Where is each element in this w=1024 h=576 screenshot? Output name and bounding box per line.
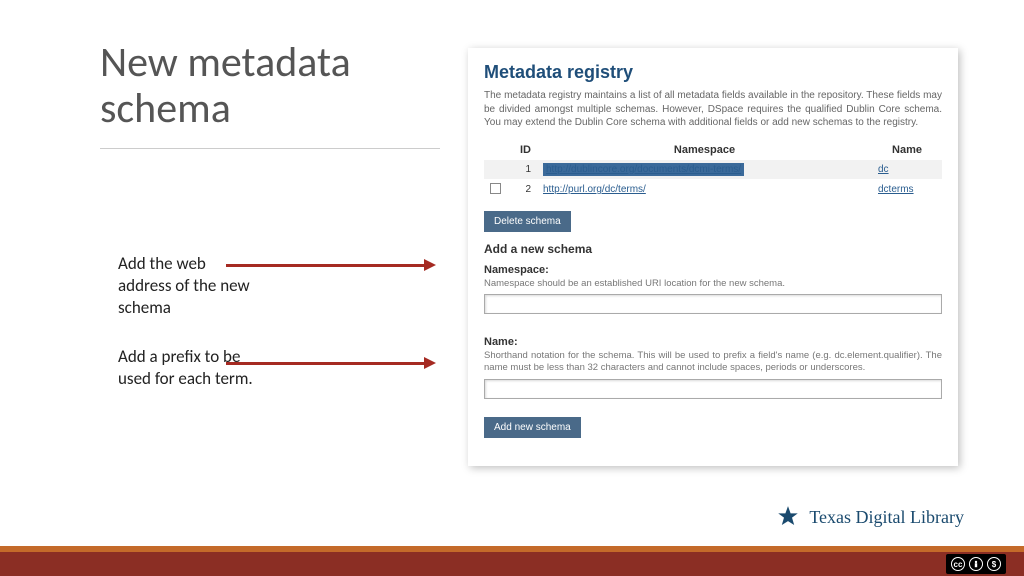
name-help: Shorthand notation for the schema. This …: [484, 350, 942, 375]
col-id: ID: [507, 140, 537, 160]
table-row: 2 http://purl.org/dc/terms/ dcterms: [484, 179, 942, 201]
footer: cc $: [0, 538, 1024, 576]
namespace-link[interactable]: http://dublincore.org/documents/dcmi-ter…: [543, 163, 744, 176]
row-checkbox[interactable]: [490, 183, 501, 194]
cell-id: 1: [507, 160, 537, 179]
panel-intro: The metadata registry maintains a list o…: [484, 89, 942, 130]
annotation-name: Add a prefix to be used for each term.: [118, 346, 258, 390]
cc-license-badge: cc $: [946, 554, 1006, 574]
brand-logo: Texas Digital Library: [775, 504, 964, 530]
namespace-input[interactable]: [484, 294, 942, 314]
name-link[interactable]: dc: [878, 164, 889, 175]
name-link[interactable]: dcterms: [878, 184, 914, 195]
namespace-link[interactable]: http://purl.org/dc/terms/: [543, 184, 646, 195]
namespace-label: Namespace:: [484, 264, 942, 276]
slide-title: New metadata schema: [100, 40, 420, 132]
cell-id: 2: [507, 179, 537, 201]
nc-icon: $: [987, 557, 1001, 571]
add-schema-heading: Add a new schema: [484, 242, 942, 256]
title-divider: [100, 148, 440, 149]
annotation-namespace: Add the web address of the new schema: [118, 253, 258, 319]
arrow-icon: [226, 362, 426, 365]
col-name: Name: [872, 140, 942, 160]
footer-base: [0, 552, 1024, 576]
name-input[interactable]: [484, 379, 942, 399]
schema-table: ID Namespace Name 1 http://dublincore.or…: [484, 140, 942, 201]
namespace-help: Namespace should be an established URI l…: [484, 278, 942, 290]
delete-schema-button[interactable]: Delete schema: [484, 211, 571, 232]
add-schema-button[interactable]: Add new schema: [484, 417, 581, 438]
star-icon: [775, 504, 801, 530]
cc-icon: cc: [951, 557, 965, 571]
by-icon: [969, 557, 983, 571]
arrow-icon: [226, 264, 426, 267]
panel-heading: Metadata registry: [484, 62, 942, 83]
brand-text: Texas Digital Library: [809, 507, 964, 528]
registry-panel: Metadata registry The metadata registry …: [468, 48, 958, 466]
table-row: 1 http://dublincore.org/documents/dcmi-t…: [484, 160, 942, 179]
col-namespace: Namespace: [537, 140, 872, 160]
name-label: Name:: [484, 336, 942, 348]
